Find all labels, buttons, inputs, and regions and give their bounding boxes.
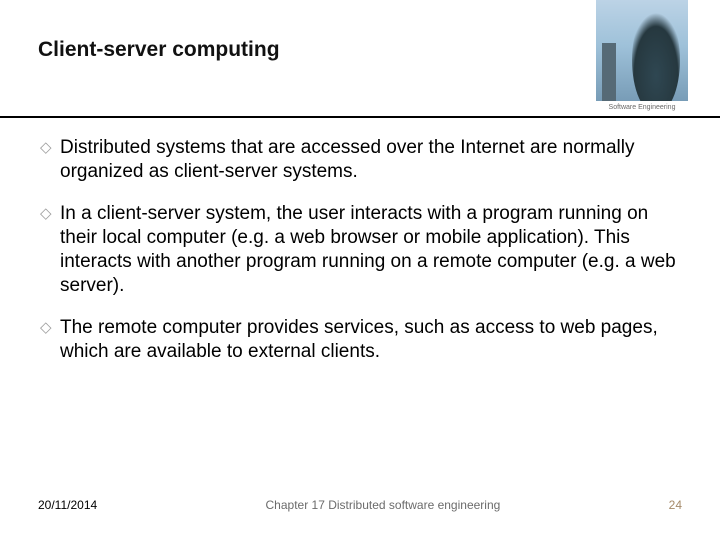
footer-page-number: 24 [669, 498, 682, 512]
book-cover-thumbnail: Software Engineering [596, 0, 688, 115]
horizontal-rule [0, 116, 720, 118]
title-area: Client-server computing [38, 38, 682, 62]
bullet-text: In a client-server system, the user inte… [60, 202, 680, 298]
slide: Client-server computing Software Enginee… [0, 0, 720, 540]
diamond-bullet-icon: ◇ [40, 136, 60, 160]
body-text: ◇ Distributed systems that are accessed … [40, 136, 680, 382]
list-item: ◇ Distributed systems that are accessed … [40, 136, 680, 184]
gherkin-shape [632, 6, 680, 106]
list-item: ◇ In a client-server system, the user in… [40, 202, 680, 298]
bullet-text: Distributed systems that are accessed ov… [60, 136, 680, 184]
footer-chapter: Chapter 17 Distributed software engineer… [97, 498, 668, 512]
building-shape [602, 43, 616, 103]
footer-date: 20/11/2014 [38, 498, 97, 512]
list-item: ◇ The remote computer provides services,… [40, 316, 680, 364]
diamond-bullet-icon: ◇ [40, 202, 60, 226]
footer: 20/11/2014 Chapter 17 Distributed softwa… [38, 498, 682, 512]
page-title: Client-server computing [38, 38, 682, 62]
diamond-bullet-icon: ◇ [40, 316, 60, 340]
bullet-text: The remote computer provides services, s… [60, 316, 680, 364]
thumbnail-label: Software Engineering [596, 101, 688, 115]
